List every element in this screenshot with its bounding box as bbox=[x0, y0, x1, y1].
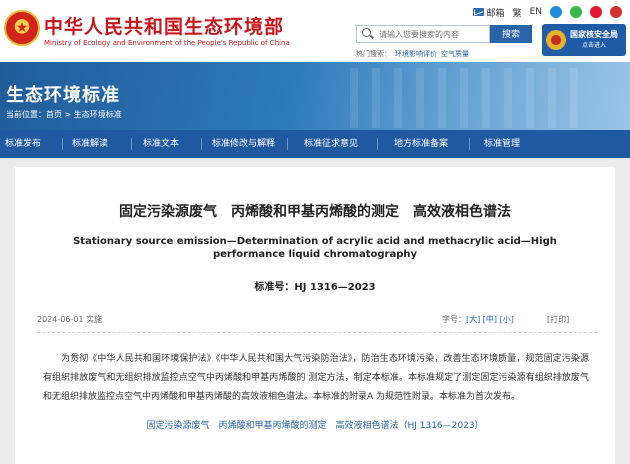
hot-term-link[interactable]: 空气质量 bbox=[441, 50, 469, 58]
ministry-name-cn[interactable]: 中华人民共和国生态环境部 bbox=[44, 12, 284, 39]
search-input[interactable] bbox=[379, 29, 489, 39]
mail-link[interactable]: 邮箱 bbox=[472, 6, 505, 19]
nav-item-standard-management[interactable]: 标准管理 bbox=[470, 130, 550, 158]
font-large-link[interactable]: [大] bbox=[466, 315, 480, 324]
breadcrumb[interactable]: 当前位置：首页 > 生态环境标准 bbox=[6, 109, 122, 120]
main-nav: 标准发布 标准解读 标准文本 标准修改与解释 标准征求意见 地方标准备案 标准管… bbox=[0, 130, 630, 158]
divider bbox=[37, 332, 597, 333]
search-icon bbox=[361, 27, 375, 41]
page-title: 生态环境标准 bbox=[6, 85, 120, 106]
print-link[interactable]: [打印] bbox=[547, 314, 569, 325]
article-body: 为贯彻《中华人民共和国环境保护法》《中华人民共和国大气污染防治法》，防治生态环境… bbox=[43, 354, 589, 402]
article-title-cn: 固定污染源废气 丙烯酸和甲基丙烯酸的测定 高效液相色谱法 bbox=[119, 204, 511, 220]
weibo-icon[interactable] bbox=[590, 6, 602, 18]
article-title-en: Stationary source emission—Determination… bbox=[73, 236, 557, 260]
mail-label: 邮箱 bbox=[486, 8, 505, 19]
ministry-name-en: Ministry of Ecology and Environment of t… bbox=[44, 39, 290, 47]
standard-number: 标准号：HJ 1316—2023 bbox=[254, 282, 376, 293]
top-links: 邮箱 繁 EN bbox=[472, 5, 622, 19]
effective-date: 2024-06-01 实施 bbox=[37, 315, 103, 324]
nsa-entry-button[interactable]: 国家核安全局 点击进入 bbox=[542, 24, 626, 56]
hot-search-label: 热门搜索： bbox=[356, 50, 391, 58]
app-icon[interactable] bbox=[610, 6, 622, 18]
wechat-icon[interactable] bbox=[570, 6, 582, 18]
national-emblem-logo[interactable] bbox=[4, 10, 40, 46]
article-card: 固定污染源废气 丙烯酸和甲基丙烯酸的测定 高效液相色谱法 Stationary … bbox=[15, 167, 615, 464]
hot-term-link[interactable]: 环境影响评价 bbox=[395, 50, 437, 58]
english-link[interactable]: EN bbox=[530, 7, 542, 17]
standard-document-link[interactable]: 固定污染源废气 丙烯酸和甲基丙烯酸的测定 高效液相色谱法（HJ 1316—202… bbox=[15, 418, 615, 431]
nsa-text: 国家核安全局 点击进入 bbox=[570, 29, 618, 51]
search-box bbox=[356, 25, 490, 43]
traditional-chinese-link[interactable]: 繁 bbox=[513, 6, 522, 19]
nsa-subtitle: 点击进入 bbox=[581, 42, 606, 49]
nav-item-standard-interpretation[interactable]: 标准解读 bbox=[63, 130, 132, 158]
search-button[interactable]: 搜索 bbox=[490, 25, 532, 43]
font-size-label: 字号： bbox=[442, 315, 466, 324]
hot-search: 热门搜索： 环境影响评价 空气质量 bbox=[356, 49, 469, 59]
font-medium-link[interactable]: [中] bbox=[483, 315, 497, 324]
nav-item-standard-revision[interactable]: 标准修改与解释 bbox=[202, 130, 288, 158]
font-small-link[interactable]: [小] bbox=[500, 315, 514, 324]
nsa-title: 国家核安全局 bbox=[570, 30, 618, 39]
nav-item-standard-comments[interactable]: 标准征求意见 bbox=[288, 130, 378, 158]
nsa-logo-icon bbox=[546, 30, 566, 50]
qq-icon[interactable] bbox=[550, 6, 562, 18]
site-header: 中华人民共和国生态环境部 Ministry of Ecology and Env… bbox=[0, 0, 630, 62]
mail-icon bbox=[472, 8, 484, 16]
nav-item-standard-release[interactable]: 标准发布 bbox=[0, 130, 63, 158]
font-size-control: 字号：[大] [中] [小] bbox=[442, 314, 514, 325]
nav-item-standard-text[interactable]: 标准文本 bbox=[132, 130, 202, 158]
nav-item-local-filing[interactable]: 地方标准备案 bbox=[378, 130, 470, 158]
